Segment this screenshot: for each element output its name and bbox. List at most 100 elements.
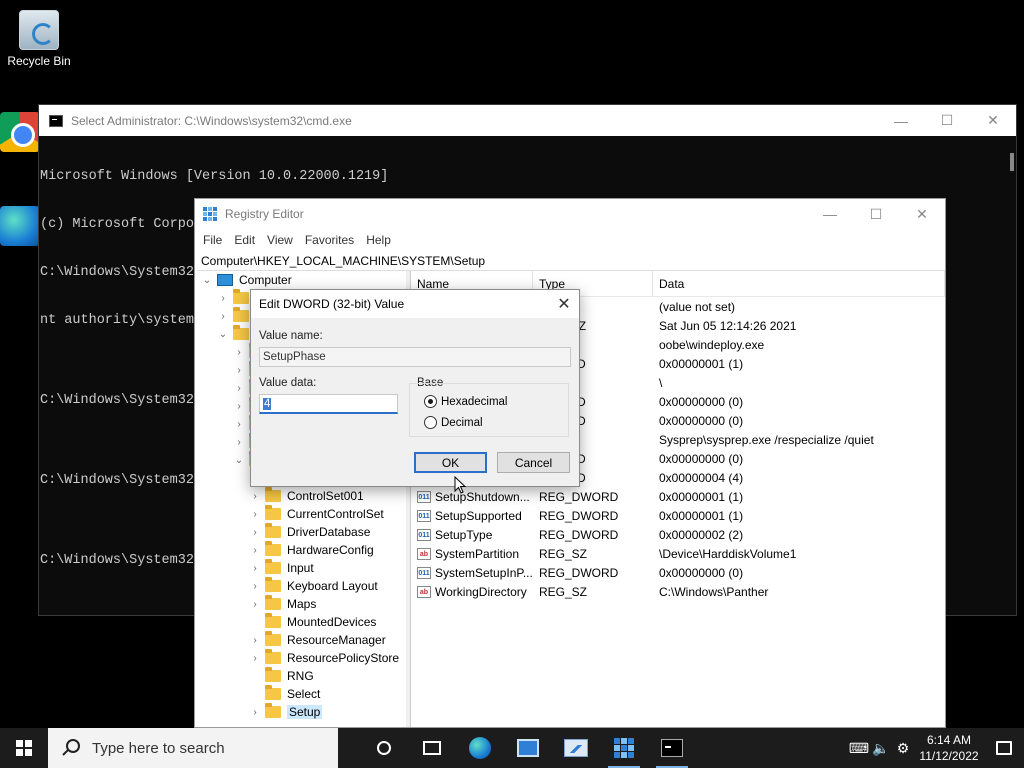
value-name-label: Value name: xyxy=(259,330,323,342)
chevron-right-icon[interactable]: › xyxy=(249,545,261,556)
tree-item[interactable]: › DriverDatabase xyxy=(195,523,410,541)
settings-gear-icon[interactable]: ⚙ xyxy=(892,728,914,768)
desktop-icon-label: Recycle Bin xyxy=(7,54,71,68)
chevron-down-icon[interactable]: ⌄ xyxy=(233,455,245,466)
chevron-right-icon[interactable]: › xyxy=(249,527,261,538)
cmd-titlebar[interactable]: Select Administrator: C:\Windows\system3… xyxy=(39,105,1016,136)
value-name-text: SetupType xyxy=(435,527,493,542)
address-bar[interactable]: Computer\HKEY_LOCAL_MACHINE\SYSTEM\Setup xyxy=(197,251,945,271)
list-item[interactable]: 011 SetupSupported REG_DWORD 0x00000001 (1) xyxy=(411,506,945,525)
clock[interactable]: 6:14 AM 11/12/2022 xyxy=(914,732,984,764)
cancel-button[interactable]: Cancel xyxy=(497,452,570,473)
taskbar-server-manager[interactable] xyxy=(504,728,552,768)
column-header-data[interactable]: Data xyxy=(653,271,945,296)
maximize-icon[interactable]: ☐ xyxy=(853,199,899,229)
volume-icon[interactable]: 🔈 xyxy=(870,728,892,768)
menubar: File Edit View Favorites Help xyxy=(195,229,945,251)
folder-icon xyxy=(265,667,281,682)
network-icon[interactable]: ⌨ xyxy=(848,728,870,768)
list-item[interactable]: 011 SystemSetupInP... REG_DWORD 0x00000000 … xyxy=(411,563,945,582)
taskbar-cmd[interactable] xyxy=(648,728,696,768)
minimize-icon[interactable]: — xyxy=(878,105,924,136)
close-icon[interactable]: ✕ xyxy=(970,105,1016,136)
value-name-cell: 011 SystemSetupInP... xyxy=(411,566,533,580)
folder-icon xyxy=(265,595,281,610)
value-data-input[interactable]: 4 xyxy=(259,394,398,414)
radio-decimal[interactable]: Decimal xyxy=(424,416,483,429)
chevron-right-icon[interactable]: › xyxy=(233,401,245,412)
desktop-icon-chrome[interactable] xyxy=(0,112,42,156)
tree-item[interactable]: › Maps xyxy=(195,595,410,613)
menu-edit[interactable]: Edit xyxy=(228,233,261,247)
close-icon[interactable]: ✕ xyxy=(549,294,579,314)
cortana-button[interactable] xyxy=(360,728,408,768)
radio-hexadecimal[interactable]: Hexadecimal xyxy=(424,395,507,408)
tree-item[interactable]: › Input xyxy=(195,559,410,577)
tree-item[interactable]: › HardwareConfig xyxy=(195,541,410,559)
list-item[interactable]: 011 SetupType REG_DWORD 0x00000002 (2) xyxy=(411,525,945,544)
value-data-cell: \ xyxy=(659,375,663,390)
chevron-right-icon[interactable]: › xyxy=(249,509,261,520)
close-icon[interactable]: ✕ xyxy=(899,199,945,229)
chevron-right-icon[interactable]: › xyxy=(249,707,261,718)
value-name-field[interactable]: SetupPhase xyxy=(259,347,571,367)
desktop-icon-recycle-bin[interactable]: Recycle Bin xyxy=(4,10,74,68)
tree-item[interactable]: › Keyboard Layout xyxy=(195,577,410,595)
chevron-right-icon[interactable]: › xyxy=(233,437,245,448)
chevron-right-icon[interactable]: › xyxy=(233,365,245,376)
cmd-scrollbar-thumb[interactable] xyxy=(1010,153,1014,171)
minimize-icon[interactable]: — xyxy=(807,199,853,229)
chevron-right-icon[interactable]: › xyxy=(233,383,245,394)
tree-item[interactable]: MountedDevices xyxy=(195,613,410,631)
tree-item-computer[interactable]: ⌄ Computer xyxy=(195,271,410,289)
chevron-right-icon[interactable]: › xyxy=(249,491,261,502)
list-item[interactable]: ab WorkingDirectory REG_SZ C:\Windows\Panth… xyxy=(411,582,945,601)
tree-item-label: ResourceManager xyxy=(287,633,386,647)
chevron-right-icon[interactable]: › xyxy=(249,653,261,664)
chevron-right-icon[interactable]: › xyxy=(217,293,229,304)
chevron-right-icon[interactable]: › xyxy=(217,311,229,322)
regedit-titlebar[interactable]: Registry Editor — ☐ ✕ xyxy=(195,199,945,229)
ok-button[interactable]: OK xyxy=(414,452,487,473)
chevron-right-icon[interactable]: › xyxy=(249,581,261,592)
value-name-cell: ab WorkingDirectory xyxy=(411,585,533,599)
tree-item-label: Select xyxy=(287,687,321,701)
list-item[interactable]: ab SystemPartition REG_SZ \Device\HarddiskV… xyxy=(411,544,945,563)
tree-item[interactable]: › ResourceManager xyxy=(195,631,410,649)
tree-item[interactable]: RNG xyxy=(195,667,410,685)
menu-favorites[interactable]: Favorites xyxy=(299,233,360,247)
task-view-button[interactable] xyxy=(408,728,456,768)
folder-icon xyxy=(265,559,281,574)
menu-help[interactable]: Help xyxy=(360,233,397,247)
notifications-button[interactable] xyxy=(984,728,1024,768)
chevron-down-icon[interactable]: ⌄ xyxy=(201,275,213,286)
menu-view[interactable]: View xyxy=(261,233,299,247)
chevron-down-icon[interactable]: ⌄ xyxy=(217,329,229,340)
chevron-right-icon[interactable]: › xyxy=(249,563,261,574)
tree-item[interactable]: › Setup xyxy=(195,703,410,721)
chevron-right-icon[interactable]: › xyxy=(249,635,261,646)
tree-item-label: ControlSet001 xyxy=(287,489,364,503)
taskbar: Type here to search ⌨ 🔈 ⚙ 6:14 AM 11/12/… xyxy=(0,728,1024,768)
value-data-text: 4 xyxy=(263,397,272,410)
dialog-titlebar[interactable]: Edit DWORD (32-bit) Value ✕ xyxy=(251,290,579,318)
menu-file[interactable]: File xyxy=(195,233,228,247)
tree-item[interactable]: › ResourcePolicyStore xyxy=(195,649,410,667)
taskbar-performance-monitor[interactable] xyxy=(552,728,600,768)
tree-item[interactable]: Select xyxy=(195,685,410,703)
chevron-right-icon[interactable]: › xyxy=(249,599,261,610)
taskbar-registry-editor[interactable] xyxy=(600,728,648,768)
taskbar-edge[interactable] xyxy=(456,728,504,768)
tree-item[interactable]: › ControlSet001 xyxy=(195,487,410,505)
list-item[interactable]: 011 SetupShutdown... REG_DWORD 0x00000001 (… xyxy=(411,487,945,506)
value-data-cell: 0x00000000 (0) xyxy=(659,565,744,580)
chevron-right-icon[interactable]: › xyxy=(233,347,245,358)
tree-item[interactable]: › CurrentControlSet xyxy=(195,505,410,523)
chrome-icon xyxy=(0,112,40,152)
taskbar-search[interactable]: Type here to search xyxy=(48,728,338,768)
maximize-icon[interactable]: ☐ xyxy=(924,105,970,136)
start-button[interactable] xyxy=(0,728,48,768)
desktop-icon-edge[interactable] xyxy=(0,206,42,250)
edit-dword-dialog[interactable]: Edit DWORD (32-bit) Value ✕ Value name: … xyxy=(250,289,580,487)
chevron-right-icon[interactable]: › xyxy=(233,419,245,430)
